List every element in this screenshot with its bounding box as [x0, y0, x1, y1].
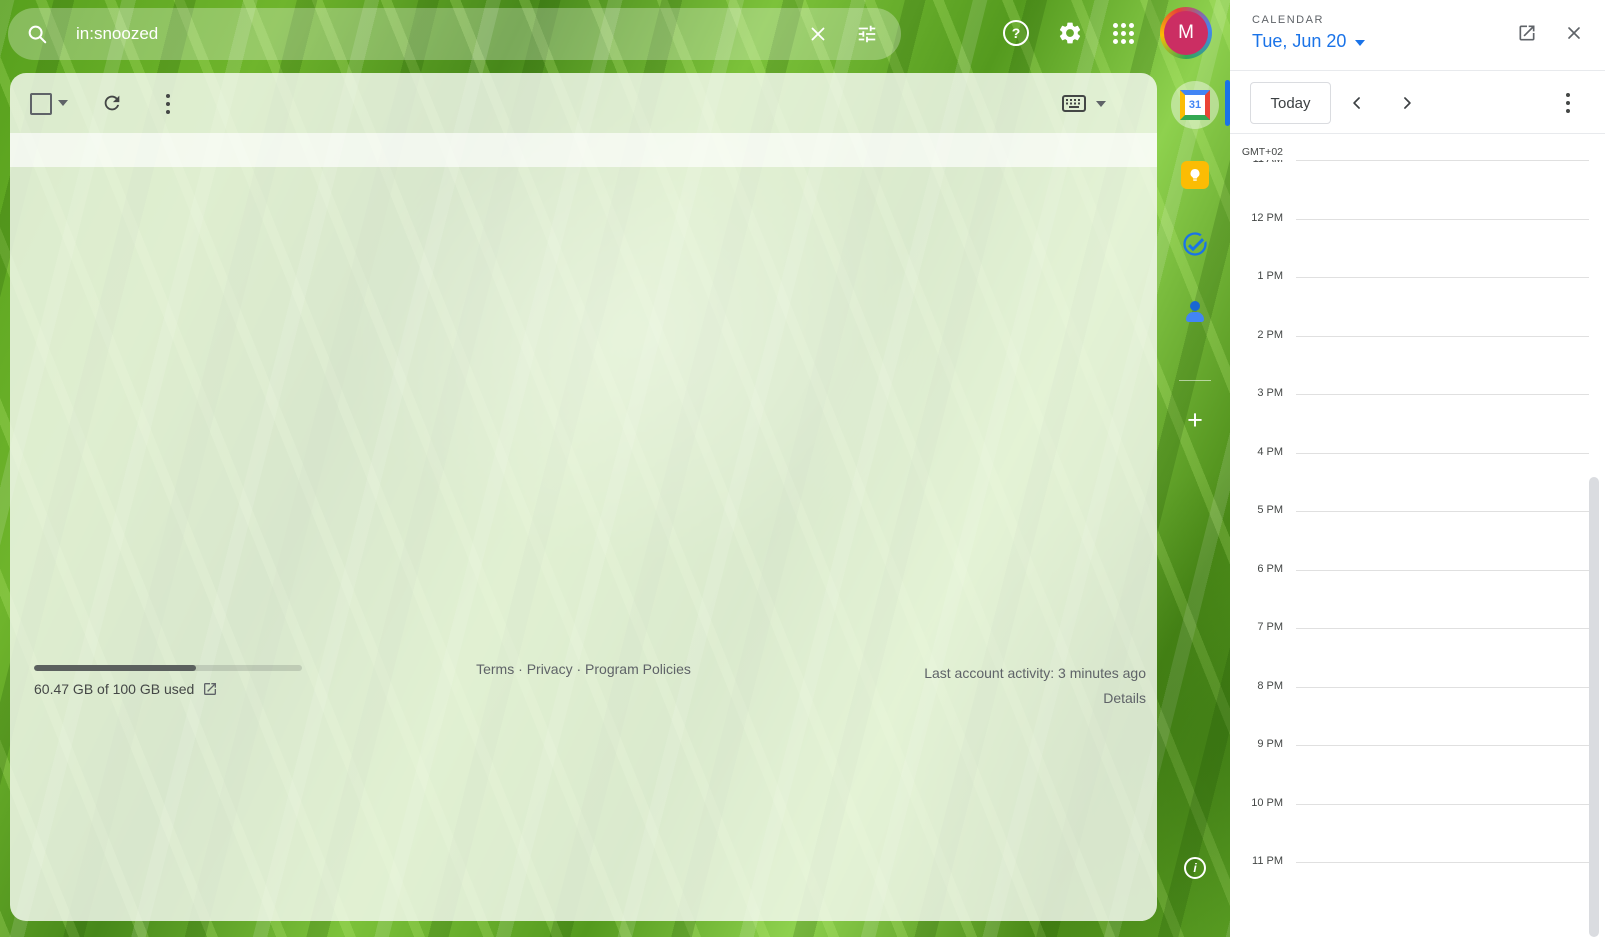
hour-gridline — [1296, 862, 1589, 863]
hour-gridline — [1296, 453, 1589, 454]
keyboard-icon — [1062, 95, 1086, 112]
hour-label: 8 PM — [1257, 680, 1283, 692]
avatar-letter: M — [1164, 11, 1208, 55]
hour-gridline — [1296, 511, 1589, 512]
hour-gridline — [1296, 394, 1589, 395]
account-avatar[interactable]: M — [1160, 7, 1212, 59]
hour-label: 7 PM — [1257, 621, 1283, 633]
hour-label: 5 PM — [1257, 504, 1283, 516]
hour-label: 1 PM — [1257, 270, 1283, 282]
search-bar[interactable] — [8, 8, 901, 60]
clear-search-icon[interactable] — [805, 21, 831, 47]
hour-label: 9 PM — [1257, 738, 1283, 750]
more-options-icon[interactable] — [156, 92, 180, 116]
timezone-label: GMT+02 — [1242, 146, 1283, 158]
footer-link[interactable]: Program Policies — [585, 661, 691, 677]
active-tab-indicator — [1225, 80, 1230, 126]
hour-gridline — [1296, 687, 1589, 688]
hour-label: 10 PM — [1251, 797, 1283, 809]
hour-gridline — [1296, 219, 1589, 220]
tasks-tab[interactable] — [1181, 230, 1209, 258]
info-icon[interactable]: i — [1184, 857, 1206, 879]
empty-list-row — [10, 133, 1157, 167]
calendar-panel: CALENDAR Tue, Jun 20 Today 11 AM12 PM1 P… — [1230, 0, 1605, 937]
keep-bulb-icon — [1186, 166, 1204, 184]
calendar-scrollbar[interactable] — [1589, 477, 1599, 937]
contacts-tab[interactable] — [1181, 298, 1209, 326]
search-input[interactable] — [74, 23, 901, 45]
calendar-tab[interactable]: 31 — [1180, 90, 1210, 120]
search-options-tune-icon[interactable] — [854, 21, 880, 47]
hour-gridline — [1296, 570, 1589, 571]
storage-used-text: 60.47 GB of 100 GB used — [34, 681, 194, 697]
hour-gridline — [1296, 804, 1589, 805]
help-icon[interactable]: ? — [1003, 20, 1029, 46]
hour-label: 11 PM — [1252, 855, 1283, 867]
hour-gridline — [1296, 160, 1589, 161]
select-all-checkbox[interactable] — [30, 93, 52, 115]
calendar-grid-header: GMT+02 — [1230, 133, 1605, 160]
input-tools-caret-icon — [1096, 101, 1106, 107]
open-in-new-icon[interactable] — [202, 681, 218, 697]
hour-label: 3 PM — [1257, 387, 1283, 399]
side-strip-divider — [1179, 380, 1211, 381]
hour-gridline — [1296, 628, 1589, 629]
last-account-activity: Last account activity: 3 minutes ago — [924, 661, 1146, 686]
footer-link[interactable]: Privacy — [527, 661, 573, 677]
get-addons-plus-icon[interactable]: + — [1181, 406, 1209, 434]
tasks-icon — [1181, 230, 1209, 258]
search-icon — [26, 23, 48, 45]
hour-gridline — [1296, 336, 1589, 337]
google-apps-icon[interactable] — [1111, 21, 1135, 45]
select-caret-icon[interactable] — [58, 100, 68, 106]
hour-label: 12 PM — [1251, 212, 1283, 224]
footer-link[interactable]: Terms — [476, 661, 514, 677]
hour-gridline — [1296, 277, 1589, 278]
hour-label: 2 PM — [1257, 329, 1283, 341]
mail-content-panel: 60.47 GB of 100 GB used Terms · Privacy … — [10, 73, 1157, 921]
keep-tab[interactable] — [1181, 161, 1209, 189]
contacts-person-icon — [1190, 301, 1200, 311]
settings-gear-icon[interactable] — [1057, 20, 1083, 46]
hour-label: 4 PM — [1257, 446, 1283, 458]
details-link[interactable]: Details — [924, 686, 1146, 711]
refresh-icon[interactable] — [101, 92, 123, 114]
hour-gridline — [1296, 745, 1589, 746]
input-tools-selector[interactable] — [1062, 95, 1106, 112]
hour-label: 6 PM — [1257, 563, 1283, 575]
